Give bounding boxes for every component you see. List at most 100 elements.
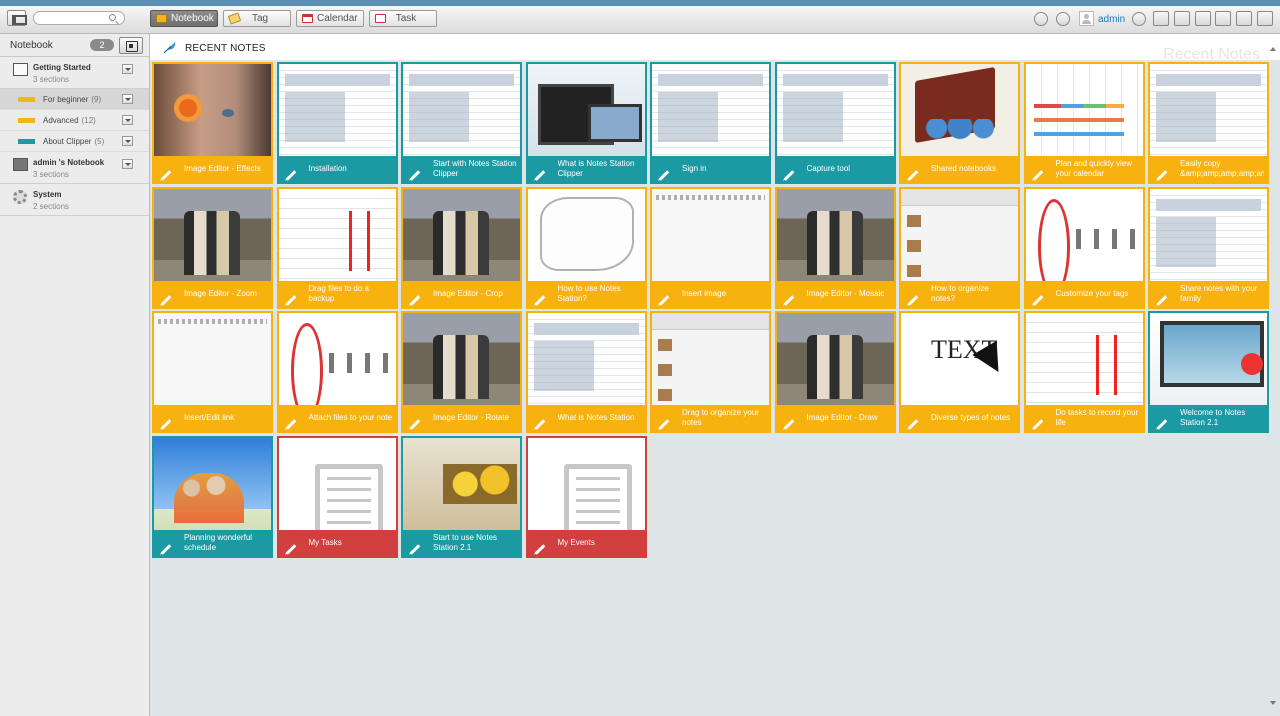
clock-icon[interactable] (1034, 12, 1048, 26)
scroll-down-arrow[interactable] (1270, 701, 1276, 708)
edit-pen-icon[interactable] (409, 170, 421, 181)
note-card[interactable]: Image Editor - Draw (774, 311, 896, 433)
note-card[interactable]: Share notes with your family (1148, 186, 1269, 309)
section-about-clipper[interactable]: About Clipper (5) (0, 131, 149, 152)
tab-tag[interactable]: Tag (223, 10, 291, 27)
note-card[interactable]: How to organize notes? (899, 186, 1020, 309)
add-notebook-button[interactable] (119, 37, 143, 54)
note-card[interactable]: Attach files to your note (276, 311, 398, 433)
edit-pen-icon[interactable] (907, 170, 919, 181)
edit-pen-icon[interactable] (534, 419, 545, 430)
username[interactable]: admin (1098, 14, 1125, 25)
main-menu-icon[interactable] (7, 10, 27, 26)
note-card[interactable]: Start to use Notes Station 2.1 (401, 435, 522, 558)
edit-pen-icon[interactable] (907, 294, 919, 306)
note-card[interactable]: Image Editor - Zoom (152, 186, 273, 309)
edit-pen-icon[interactable] (534, 170, 545, 181)
notebook-admin[interactable]: admin 's Notebook 3 sections (0, 152, 149, 184)
edit-pen-icon[interactable] (160, 419, 172, 430)
search-input[interactable] (33, 11, 125, 25)
edit-pen-icon[interactable] (285, 170, 296, 181)
language-globe-icon[interactable] (1132, 12, 1146, 26)
section-count: (5) (94, 137, 105, 146)
refresh-icon[interactable] (1195, 11, 1211, 26)
note-card[interactable]: Drag files to do a backup (276, 186, 398, 309)
tab-task[interactable]: Task (369, 10, 437, 27)
section-count: (12) (81, 116, 96, 125)
note-card[interactable]: Do tasks to record your life (1023, 311, 1145, 433)
edit-pen-icon[interactable] (1032, 419, 1043, 430)
note-title: Installation (308, 164, 347, 173)
edit-pen-icon[interactable] (285, 543, 296, 555)
edit-pen-icon[interactable] (160, 294, 172, 306)
note-card[interactable]: My Tasks (276, 435, 398, 558)
edit-pen-icon[interactable] (907, 419, 919, 430)
note-card[interactable]: What is Notes Station Clipper (525, 62, 647, 184)
note-card[interactable]: Image Editor - Effects (152, 62, 273, 184)
note-card[interactable]: Sign in (650, 62, 771, 184)
note-card[interactable]: Insert/Edit link (152, 311, 273, 433)
note-card[interactable]: Insert image (650, 186, 771, 309)
note-card[interactable]: Easily copy &amp;amp;amp;amp;amp;am (1148, 62, 1269, 184)
chevron-down-icon[interactable] (122, 64, 133, 74)
notebook-getting-started[interactable]: Getting Started 3 sections (0, 57, 149, 89)
chevron-down-icon[interactable] (122, 159, 133, 169)
note-card[interactable]: Image Editor - Rotate (401, 311, 522, 433)
note-card[interactable]: Planning wonderful schedule (152, 435, 273, 558)
edit-pen-icon[interactable] (783, 170, 794, 181)
edit-pen-icon[interactable] (409, 543, 421, 555)
note-title: Drag files to do a backup (308, 283, 369, 303)
note-card[interactable]: Image Editor - Mosaic (774, 186, 896, 309)
edit-pen-icon[interactable] (534, 543, 545, 555)
note-card[interactable]: Welcome to Notes Station 2.1 (1148, 311, 1269, 433)
top-toolbar: Notebook Tag Calendar Task admin (0, 0, 1280, 34)
note-card[interactable]: Customize your tags (1023, 186, 1145, 309)
edit-pen-icon[interactable] (658, 419, 670, 430)
edit-pen-icon[interactable] (783, 294, 794, 306)
edit-pen-icon[interactable] (783, 419, 794, 430)
edit-pen-icon[interactable] (658, 170, 670, 181)
tools-icon[interactable] (1174, 11, 1190, 26)
chevron-down-icon[interactable] (122, 136, 133, 146)
edit-pen-icon[interactable] (409, 419, 421, 430)
section-for-beginner[interactable]: For beginner (9) (0, 89, 149, 110)
note-card[interactable]: What is Notes Station (525, 311, 647, 433)
edit-pen-icon[interactable] (534, 294, 545, 306)
notebook-system[interactable]: System 2 sections (0, 184, 149, 216)
note-card[interactable]: Plan and quickly view your calendar (1023, 62, 1145, 184)
chevron-down-icon[interactable] (122, 94, 133, 104)
edit-pen-icon[interactable] (1032, 294, 1043, 306)
info-icon[interactable] (1056, 12, 1070, 26)
scroll-up-arrow[interactable] (1270, 44, 1276, 51)
chevron-down-icon[interactable] (122, 115, 133, 125)
settings-gear-icon[interactable] (1215, 11, 1231, 26)
tab-calendar[interactable]: Calendar (296, 10, 364, 27)
note-card[interactable]: Drag to organize your notes (650, 311, 771, 433)
note-card[interactable]: Capture tool (774, 62, 896, 184)
edit-pen-icon[interactable] (160, 170, 172, 181)
note-card[interactable]: My Events (525, 435, 647, 558)
note-card[interactable]: Diverse types of notes (899, 311, 1020, 433)
note-title-bar: My Tasks (278, 529, 396, 556)
note-card[interactable]: Shared notebooks (899, 62, 1020, 184)
note-card[interactable]: Image Editor - Crop (401, 186, 522, 309)
edit-pen-icon[interactable] (409, 294, 421, 306)
view-mode-icon[interactable] (1236, 11, 1252, 26)
edit-pen-icon[interactable] (1156, 419, 1168, 430)
note-card[interactable]: Start with Notes Station Clipper (401, 62, 522, 184)
devices-icon[interactable] (1153, 11, 1169, 26)
search-icon[interactable] (109, 14, 116, 21)
user-avatar[interactable] (1079, 11, 1094, 26)
section-advanced[interactable]: Advanced (12) (0, 110, 149, 131)
note-card[interactable]: How to use Notes Station? (525, 186, 647, 309)
layout-toggle-icon[interactable] (1257, 11, 1273, 26)
tab-notebook[interactable]: Notebook (150, 10, 218, 27)
edit-pen-icon[interactable] (285, 419, 296, 430)
edit-pen-icon[interactable] (1156, 294, 1168, 306)
edit-pen-icon[interactable] (1156, 170, 1168, 181)
edit-pen-icon[interactable] (658, 294, 670, 306)
note-card[interactable]: Installation (276, 62, 398, 184)
edit-pen-icon[interactable] (285, 294, 296, 306)
edit-pen-icon[interactable] (1032, 170, 1043, 181)
edit-pen-icon[interactable] (160, 543, 172, 555)
